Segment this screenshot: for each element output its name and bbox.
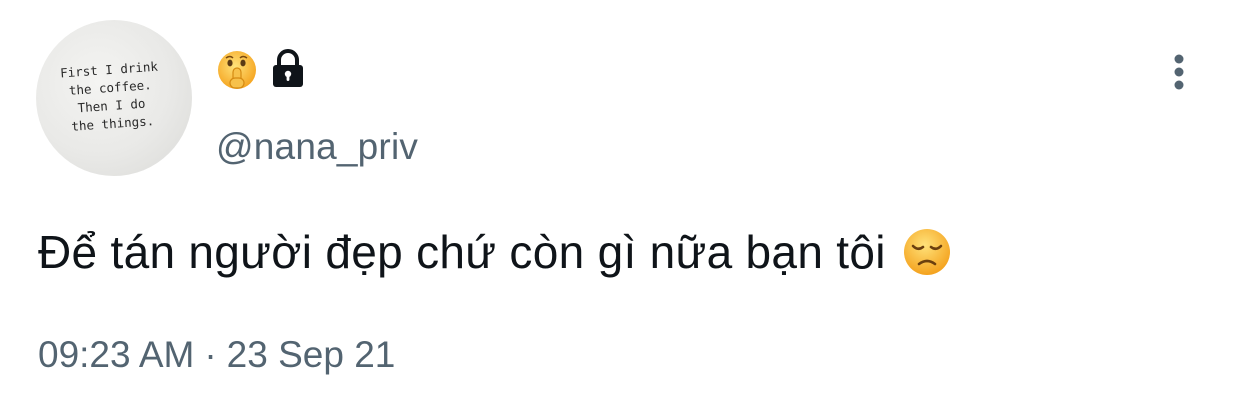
tweet-date: 23 Sep 21 [226, 334, 396, 375]
more-vertical-icon [1174, 54, 1184, 90]
separator-dot: · [204, 334, 217, 375]
display-name[interactable] [216, 48, 310, 90]
avatar-mug-text: First I drink the coffee. Then I do the … [59, 58, 159, 134]
lock-icon [273, 49, 303, 87]
user-handle[interactable]: @nana_priv [216, 126, 418, 168]
tweet-text: Để tán người đẹp chứ còn gì nữa bạn tôi [38, 225, 952, 279]
tweet-timestamp[interactable]: 09:23 AM · 23 Sep 21 [38, 334, 395, 376]
tweet-card: First I drink the coffee. Then I do the … [0, 0, 1242, 412]
disappointed-face-emoji-icon [903, 229, 950, 275]
shushing-face-emoji-icon [218, 51, 256, 89]
tweet-body: Để tán người đẹp chứ còn gì nữa bạn tôi [38, 226, 886, 278]
tweet-time: 09:23 AM [38, 334, 195, 375]
more-options-button[interactable] [1162, 48, 1196, 96]
avatar[interactable]: First I drink the coffee. Then I do the … [36, 20, 192, 176]
